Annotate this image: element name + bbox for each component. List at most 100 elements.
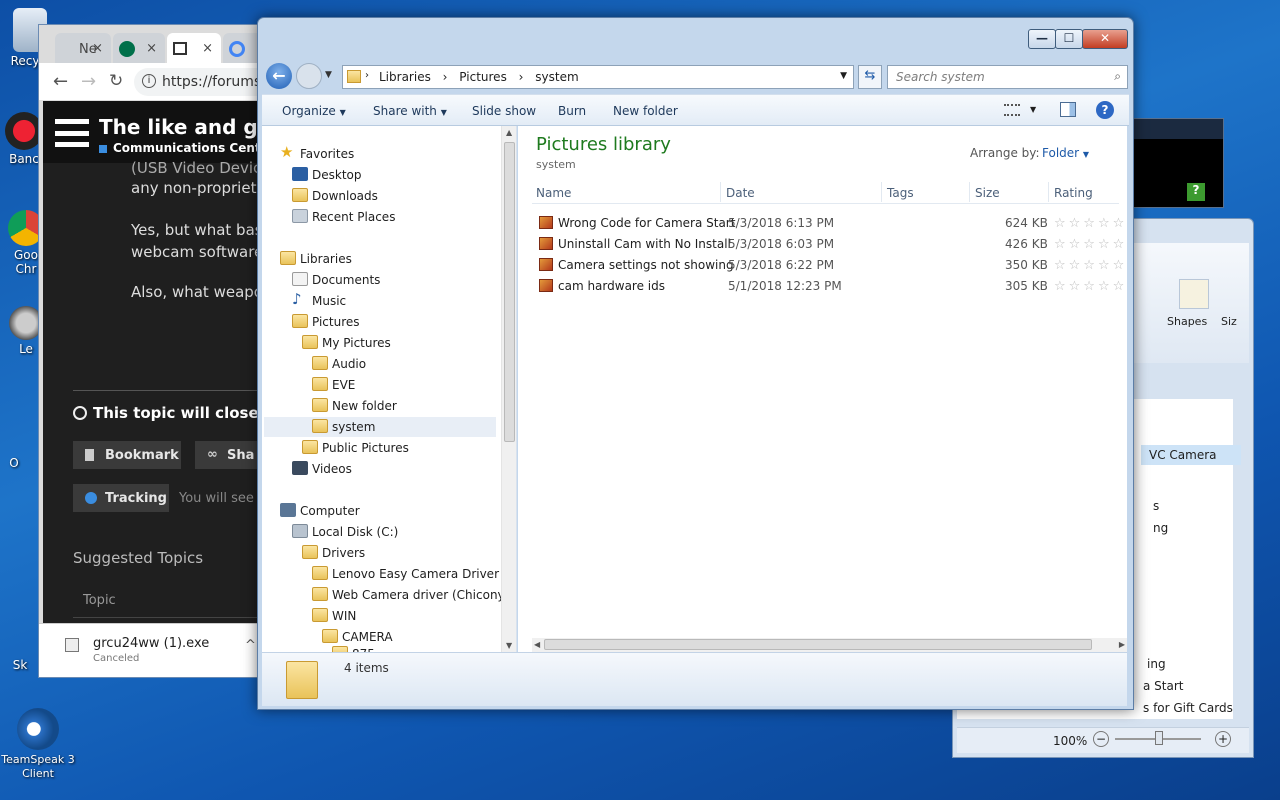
file-date: 5/3/2018 6:22 PM <box>728 258 835 272</box>
minimize-button[interactable]: — <box>1028 29 1056 49</box>
breadcrumb-chevron-icon[interactable]: › <box>443 70 448 84</box>
arrange-by-label: Arrange by: <box>970 146 1040 160</box>
list-item[interactable]: VC Camera <box>1141 445 1241 465</box>
column-date[interactable]: Date <box>726 186 755 200</box>
background-dark-window[interactable]: ? <box>1130 118 1224 208</box>
scrollbar-thumb[interactable] <box>504 142 515 442</box>
view-options-icon[interactable] <box>1004 104 1020 116</box>
rating-stars[interactable]: ☆☆☆☆☆ <box>1054 279 1127 294</box>
close-icon[interactable]: × <box>202 41 213 56</box>
list-item[interactable]: s for Gift Cards <box>1143 701 1233 715</box>
list-item[interactable]: s <box>1153 499 1159 513</box>
chrome-window[interactable]: Ne × × × ← → ↻ i https://forums. The like … <box>38 24 270 678</box>
url-text: https://forums. <box>162 74 266 90</box>
close-icon[interactable]: × <box>146 41 157 56</box>
tracking-button[interactable]: Tracking <box>73 484 169 512</box>
scroll-right-icon[interactable]: ▶ <box>1119 640 1125 649</box>
column-rating[interactable]: Rating <box>1054 186 1093 200</box>
column-separator <box>1048 182 1049 202</box>
chevron-up-icon[interactable]: ^ <box>245 638 256 653</box>
download-filename[interactable]: grcu24ww (1).exe <box>93 636 209 651</box>
bookmark-button[interactable]: Bookmark <box>73 441 181 469</box>
folder-large-icon <box>286 661 318 699</box>
file-row[interactable]: cam hardware ids 5/1/2018 12:23 PM 305 K… <box>535 276 1127 296</box>
back-icon[interactable]: ← <box>266 63 292 89</box>
view-dropdown-icon[interactable]: ▼ <box>1030 105 1036 114</box>
share-button[interactable]: ∞ Sha <box>195 441 265 469</box>
tab-new[interactable]: Ne × <box>55 33 111 63</box>
link-icon: ∞ <box>207 447 218 462</box>
breadcrumb-libraries[interactable]: Libraries <box>379 70 431 84</box>
rating-stars[interactable]: ☆☆☆☆☆ <box>1054 237 1127 252</box>
nav-scrollbar[interactable]: ▲ ▼ <box>501 126 516 652</box>
address-bar[interactable]: i https://forums. <box>134 68 269 96</box>
breadcrumb-chevron-icon[interactable]: › <box>519 70 524 84</box>
zoom-out-button[interactable]: − <box>1093 731 1109 747</box>
breadcrumb-chevron-icon[interactable]: › <box>365 70 369 81</box>
suggested-heading: Suggested Topics <box>73 549 204 567</box>
explorer-window[interactable]: — ☐ ✕ ← ▼ › Libraries › Pictures › syste… <box>257 17 1134 710</box>
desktop-icon-teamspeak[interactable]: TeamSpeak 3 Client <box>0 708 76 780</box>
close-icon[interactable]: × <box>92 41 103 56</box>
forum-category[interactable]: Communications Cente <box>113 141 269 155</box>
zoom-in-button[interactable]: + <box>1215 731 1231 747</box>
search-input[interactable]: Search system ⌕ <box>887 65 1128 89</box>
nav-system[interactable]: system <box>264 417 496 437</box>
scroll-up-icon[interactable]: ▲ <box>506 128 512 137</box>
close-button[interactable]: ✕ <box>1082 29 1128 49</box>
back-icon[interactable]: ← <box>53 71 68 92</box>
zoom-slider-thumb[interactable] <box>1155 731 1163 745</box>
chevron-down-icon: ▼ <box>339 108 346 117</box>
file-row[interactable]: Uninstall Cam with No Install 5/3/2018 6… <box>535 234 1127 254</box>
library-subtitle: system <box>536 158 576 171</box>
file-name: Camera settings not showing <box>558 258 734 272</box>
search-placeholder: Search system <box>896 70 985 84</box>
breadcrumb-pictures[interactable]: Pictures <box>459 70 507 84</box>
music-icon: ♪ <box>292 290 302 308</box>
column-name[interactable]: Name <box>536 186 571 200</box>
menu-icon[interactable] <box>55 119 89 147</box>
nav-label: Downloads <box>312 189 378 203</box>
address-dropdown-icon[interactable]: ▼ <box>840 71 847 81</box>
rating-stars[interactable]: ☆☆☆☆☆ <box>1054 258 1127 273</box>
preview-pane-icon[interactable] <box>1060 102 1076 117</box>
post-line: any non-proprietar <box>131 179 270 197</box>
file-date: 5/1/2018 12:23 PM <box>728 279 842 293</box>
forward-icon[interactable]: → <box>81 71 96 92</box>
tab-starbucks[interactable]: × <box>113 33 165 63</box>
list-item[interactable]: ng <box>1153 521 1168 535</box>
file-row[interactable]: Camera settings not showing 5/3/2018 6:2… <box>535 255 1127 275</box>
share-with-button[interactable]: Share with ▼ <box>373 104 447 118</box>
shapes-icon[interactable] <box>1179 279 1209 309</box>
zoom-bar: 100% − + <box>957 727 1249 753</box>
address-bar[interactable]: › Libraries › Pictures › system ▼ <box>342 65 854 89</box>
folder-icon <box>322 629 338 643</box>
reload-icon[interactable]: ↻ <box>109 71 123 91</box>
file-row[interactable]: Wrong Code for Camera Start 5/3/2018 6:1… <box>535 213 1127 233</box>
help-icon[interactable]: ? <box>1096 101 1114 119</box>
recent-places-icon <box>292 209 308 223</box>
nav-label: Libraries <box>300 252 352 266</box>
maximize-button[interactable]: ☐ <box>1055 29 1083 49</box>
column-size[interactable]: Size <box>975 186 1000 200</box>
scrollbar-thumb[interactable] <box>544 639 1092 650</box>
burn-button[interactable]: Burn <box>558 104 586 118</box>
column-tags[interactable]: Tags <box>887 186 914 200</box>
forward-icon[interactable] <box>296 63 322 89</box>
list-item[interactable]: a Start <box>1143 679 1183 693</box>
rating-stars[interactable]: ☆☆☆☆☆ <box>1054 216 1127 231</box>
scroll-down-icon[interactable]: ▼ <box>506 641 512 650</box>
recent-pages-icon[interactable]: ▼ <box>325 70 332 80</box>
downloads-folder-icon <box>292 188 308 202</box>
tab-forum[interactable]: × <box>167 33 221 63</box>
slide-show-button[interactable]: Slide show <box>472 104 536 118</box>
list-item[interactable]: ing <box>1147 657 1166 671</box>
arrange-by-dropdown[interactable]: Folder ▼ <box>1042 146 1089 160</box>
organize-button[interactable]: Organize ▼ <box>282 104 346 118</box>
file-date: 5/3/2018 6:03 PM <box>728 237 835 251</box>
scroll-left-icon[interactable]: ◀ <box>534 640 540 649</box>
new-folder-button[interactable]: New folder <box>613 104 678 118</box>
refresh-icon[interactable]: ⇆ <box>858 65 882 89</box>
horizontal-scrollbar[interactable]: ◀ ▶ <box>532 638 1127 652</box>
breadcrumb-system[interactable]: system <box>535 70 578 84</box>
